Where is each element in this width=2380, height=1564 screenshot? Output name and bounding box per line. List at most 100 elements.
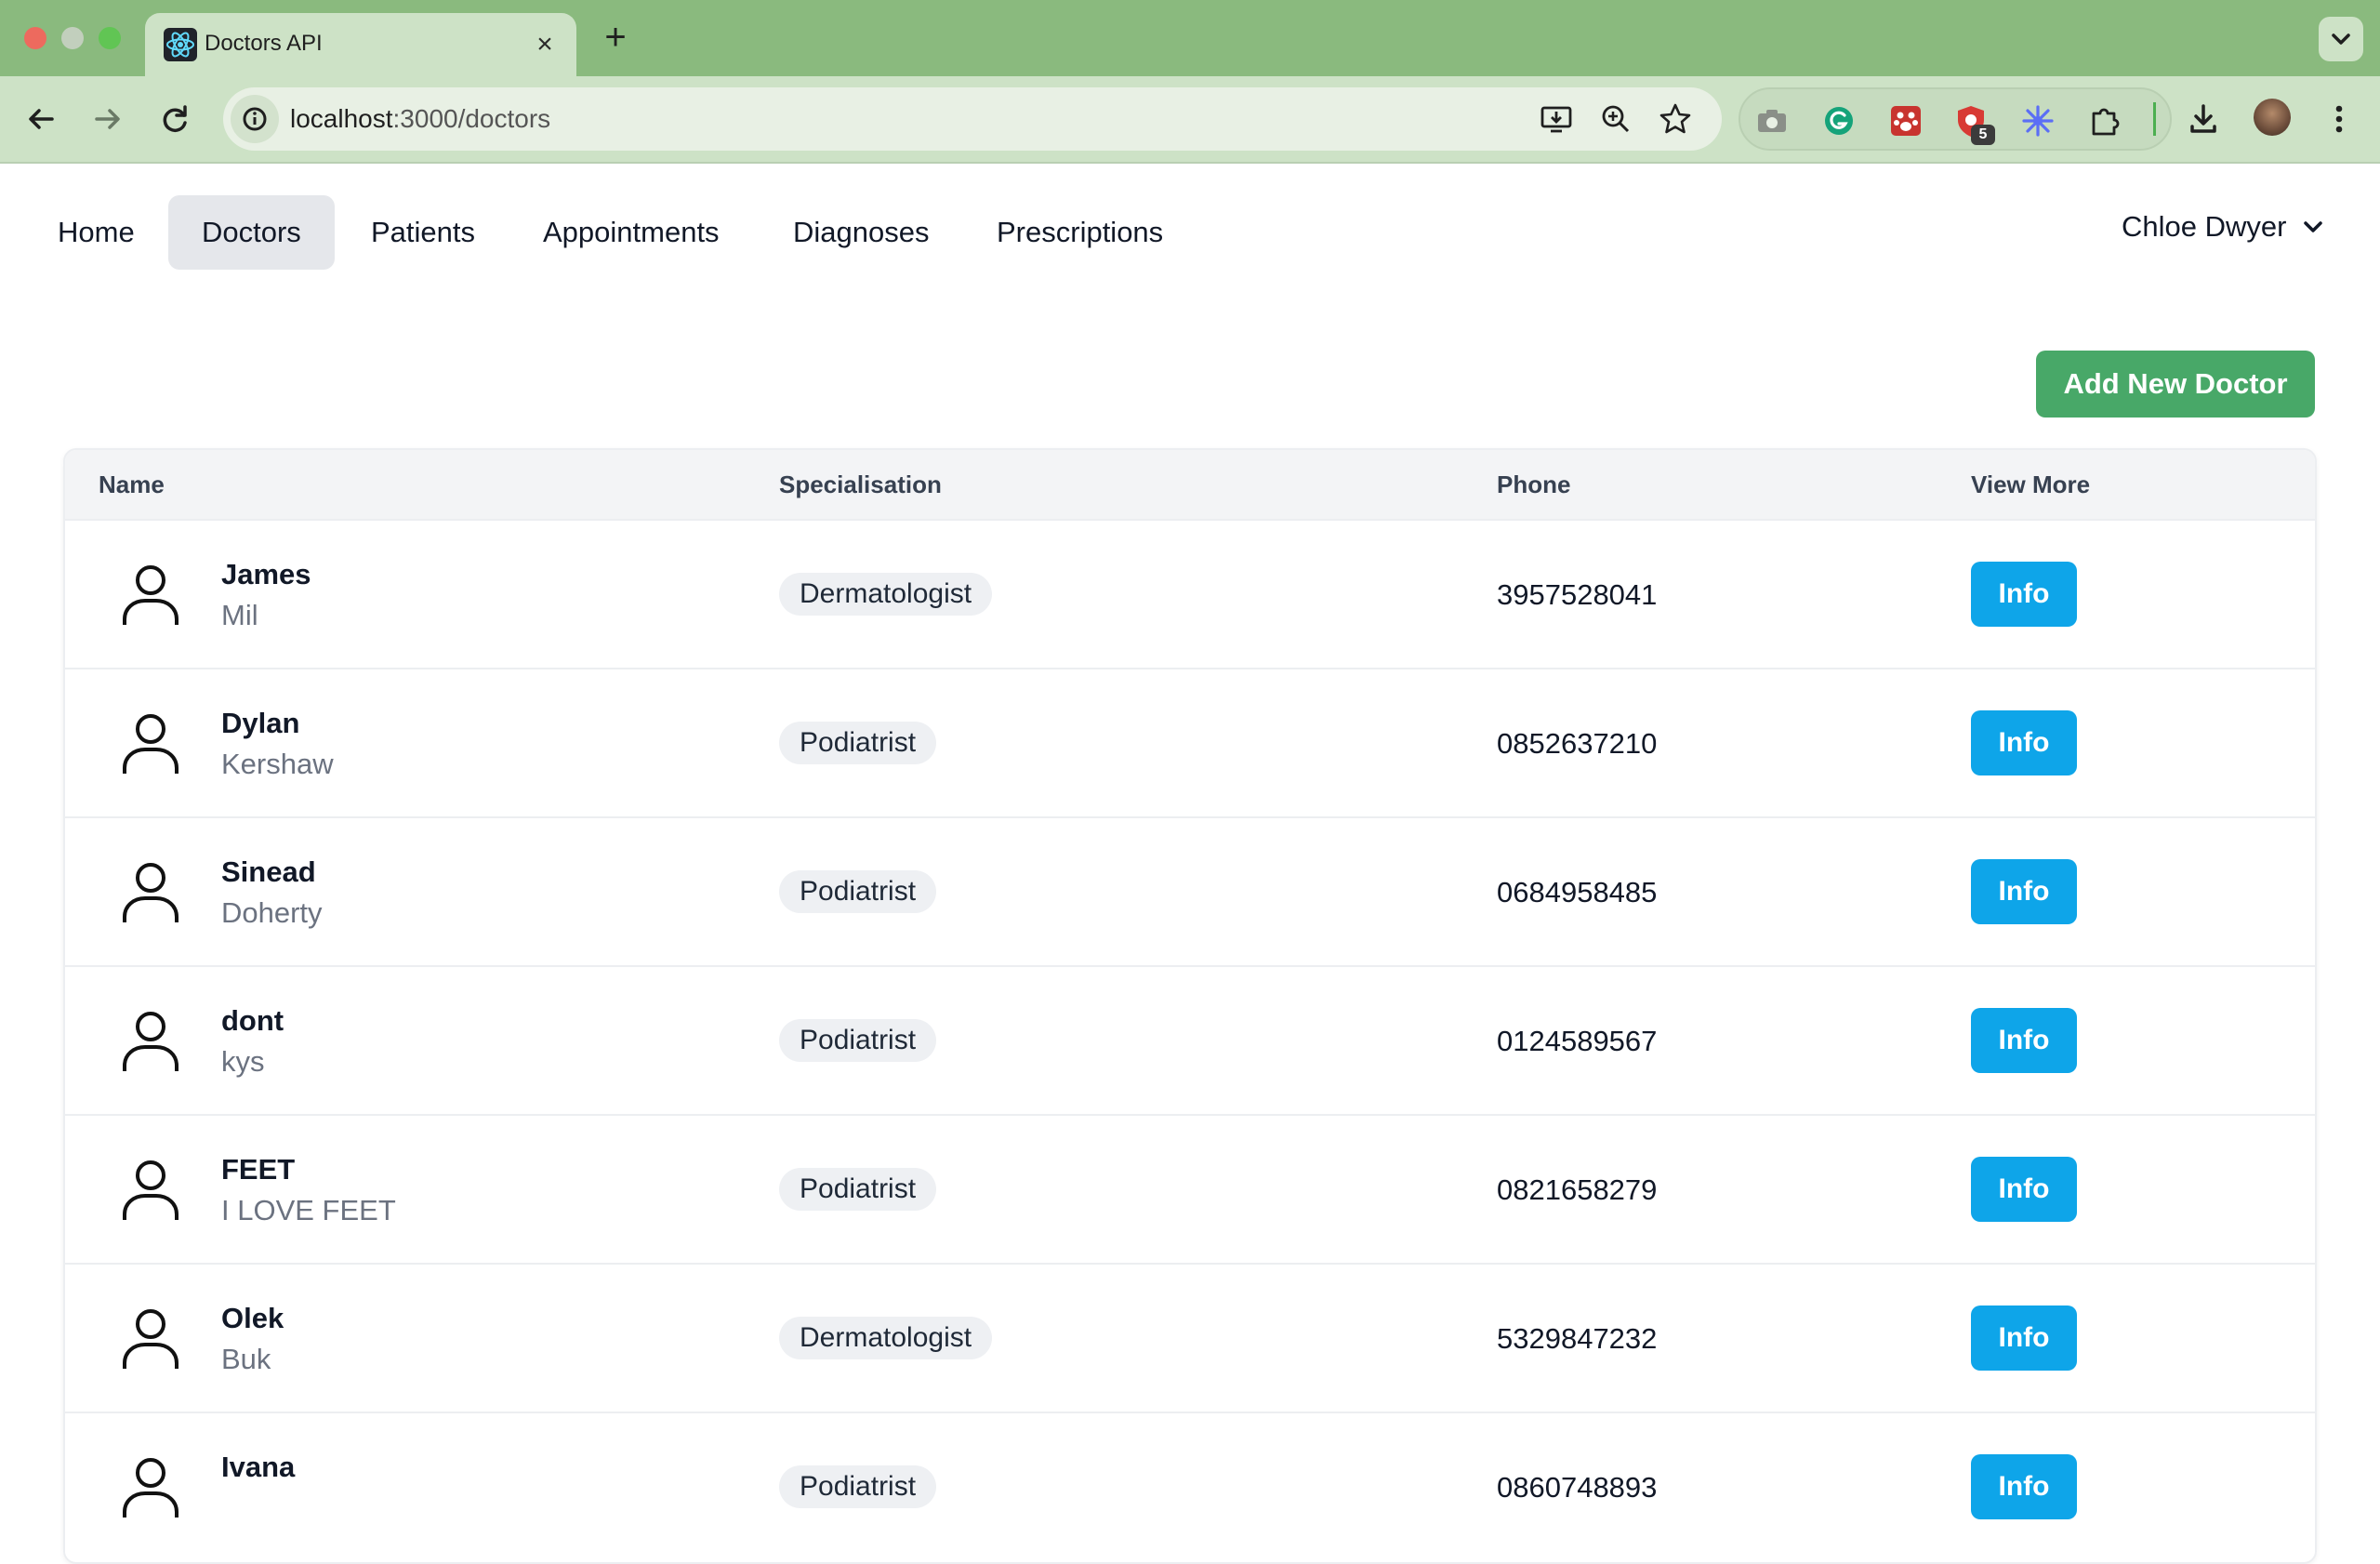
table-row: Ivana Podiatrist 0860748893 Info <box>65 1412 2315 1560</box>
doctor-first-name: FEET <box>221 1153 296 1186</box>
column-header-view-more: View More <box>1971 471 2091 498</box>
tab-title: Doctors API <box>205 31 323 56</box>
bookmark-star-icon[interactable] <box>1657 100 1694 138</box>
info-icon <box>243 107 267 131</box>
table-row: Olek Buk Dermatologist 5329847232 Info <box>65 1263 2315 1412</box>
doctor-phone: 0860748893 <box>1497 1471 1658 1504</box>
react-icon <box>164 28 197 61</box>
doctor-phone: 5329847232 <box>1497 1322 1658 1355</box>
nav-appointments[interactable]: Appointments <box>509 195 753 270</box>
tab-search-button[interactable] <box>2319 17 2363 61</box>
nav-doctors[interactable]: Doctors <box>168 195 335 270</box>
specialisation-badge: Podiatrist <box>779 870 937 913</box>
person-icon <box>117 859 184 926</box>
specialisation-badge: Dermatologist <box>779 573 993 616</box>
extension-badge: 5 <box>1971 125 1995 145</box>
column-header-phone: Phone <box>1497 471 1571 498</box>
reload-icon[interactable] <box>152 97 197 141</box>
chevron-down-icon <box>2304 221 2323 232</box>
extensions-group: 5 <box>1739 87 2172 151</box>
url-host: localhost <box>290 104 393 133</box>
table-row: Dylan Kershaw Podiatrist 0852637210 Info <box>65 668 2315 816</box>
install-app-icon[interactable] <box>1538 100 1575 138</box>
nav-home[interactable]: Home <box>24 195 168 270</box>
table-row: FEET I LOVE FEET Podiatrist 0821658279 Info <box>65 1114 2315 1263</box>
forward-icon[interactable] <box>86 97 130 141</box>
paw-extension-icon[interactable] <box>1887 102 1924 139</box>
doctor-last-name: kys <box>221 1045 265 1078</box>
table-row: James Mil Dermatologist 3957528041 Info <box>65 519 2315 668</box>
doctor-first-name: dont <box>221 1004 284 1037</box>
doctor-phone: 3957528041 <box>1497 578 1658 611</box>
info-button[interactable]: Info <box>1971 1306 2077 1371</box>
doctors-table: Name Specialisation Phone View More Jame… <box>63 448 2317 1564</box>
table-row: Sinead Doherty Podiatrist 0684958485 Info <box>65 816 2315 965</box>
camera-icon[interactable] <box>1753 102 1791 139</box>
info-button[interactable]: Info <box>1971 710 2077 775</box>
specialisation-badge: Podiatrist <box>779 1019 937 1062</box>
profile-avatar[interactable] <box>2254 99 2291 136</box>
browser-tab-bar: Doctors API × + <box>0 0 2380 76</box>
person-icon <box>117 1157 184 1224</box>
minimize-window-button[interactable] <box>61 27 84 49</box>
specialisation-badge: Podiatrist <box>779 722 937 764</box>
shield-extension-button[interactable]: 5 <box>1952 102 1995 145</box>
app-navbar: Home Doctors Patients Appointments Diagn… <box>0 164 2380 303</box>
more-menu-icon[interactable] <box>2317 97 2361 141</box>
doctor-first-name: Dylan <box>221 707 300 739</box>
chevron-down-icon <box>2332 33 2350 45</box>
info-button[interactable]: Info <box>1971 562 2077 627</box>
doctor-first-name: Sinead <box>221 855 316 888</box>
nav-patients[interactable]: Patients <box>337 195 509 270</box>
url-text[interactable]: localhost:3000/doctors <box>290 104 550 134</box>
table-header: Name Specialisation Phone View More <box>65 450 2315 519</box>
doctor-first-name: Olek <box>221 1302 284 1334</box>
extensions-puzzle-icon[interactable] <box>2086 102 2123 139</box>
info-button[interactable]: Info <box>1971 1454 2077 1519</box>
address-bar[interactable]: localhost:3000/doctors <box>223 87 1722 151</box>
doctor-phone: 0852637210 <box>1497 727 1658 760</box>
download-icon[interactable] <box>2181 97 2226 141</box>
new-tab-icon[interactable]: + <box>595 17 636 58</box>
site-info-button[interactable] <box>231 95 279 143</box>
person-icon <box>117 1008 184 1075</box>
nav-diagnoses[interactable]: Diagnoses <box>760 195 962 270</box>
doctor-first-name: Ivana <box>221 1451 296 1483</box>
zoom-icon[interactable] <box>1597 100 1634 138</box>
doctor-last-name: Kershaw <box>221 748 334 780</box>
nav-prescriptions[interactable]: Prescriptions <box>963 195 1197 270</box>
table-row: dont kys Podiatrist 0124589567 Info <box>65 965 2315 1114</box>
back-icon[interactable] <box>19 97 63 141</box>
info-button[interactable]: Info <box>1971 1008 2077 1073</box>
add-new-doctor-button[interactable]: Add New Doctor <box>2036 351 2315 418</box>
specialisation-badge: Podiatrist <box>779 1168 937 1211</box>
grammarly-icon[interactable] <box>1820 102 1858 139</box>
column-header-name: Name <box>99 471 165 498</box>
specialisation-badge: Dermatologist <box>779 1317 993 1359</box>
doctor-last-name: Mil <box>221 599 258 631</box>
user-menu[interactable]: Chloe Dwyer <box>2122 210 2327 244</box>
toolbar-divider <box>2153 102 2156 136</box>
url-path: :3000/doctors <box>392 104 551 133</box>
doctor-last-name: I LOVE FEET <box>221 1194 396 1226</box>
column-header-specialisation: Specialisation <box>779 471 942 498</box>
person-icon <box>117 1454 184 1521</box>
person-icon <box>117 710 184 777</box>
doctor-last-name: Doherty <box>221 896 323 929</box>
person-icon <box>117 1306 184 1372</box>
zoom-window-button[interactable] <box>99 27 121 49</box>
doctor-phone: 0684958485 <box>1497 876 1658 908</box>
close-tab-icon[interactable]: × <box>526 26 563 63</box>
sparkle-extension-icon[interactable] <box>2019 102 2056 139</box>
doctor-phone: 0124589567 <box>1497 1025 1658 1057</box>
doctor-phone: 0821658279 <box>1497 1173 1658 1206</box>
user-name: Chloe Dwyer <box>2122 210 2287 243</box>
browser-toolbar: localhost:3000/doctors 5 <box>0 76 2380 164</box>
person-icon <box>117 562 184 629</box>
info-button[interactable]: Info <box>1971 859 2077 924</box>
info-button[interactable]: Info <box>1971 1157 2077 1222</box>
close-window-button[interactable] <box>24 27 46 49</box>
doctor-first-name: James <box>221 558 311 590</box>
browser-tab[interactable]: Doctors API × <box>145 13 576 76</box>
doctor-last-name: Buk <box>221 1343 271 1375</box>
